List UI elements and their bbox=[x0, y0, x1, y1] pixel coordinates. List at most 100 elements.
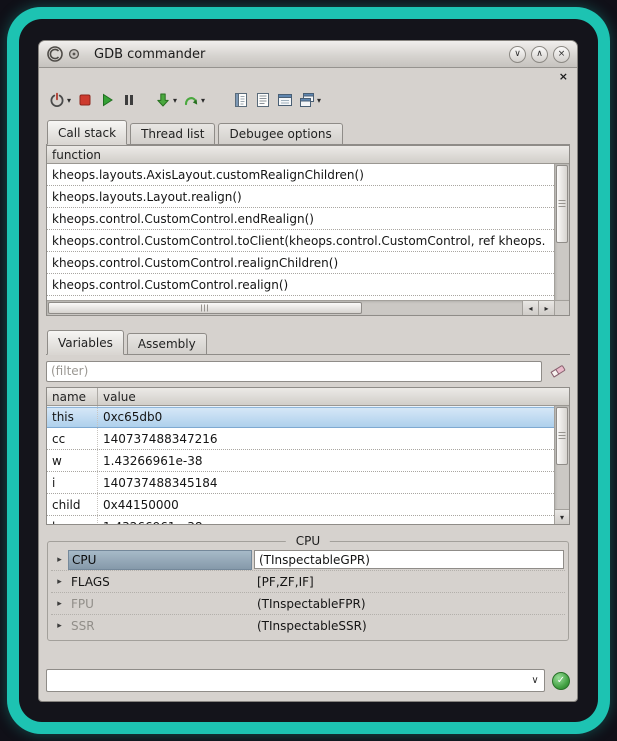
window-title: GDB commander bbox=[94, 47, 205, 62]
variables-vertical-scrollbar[interactable]: ▾ bbox=[554, 406, 569, 524]
scroll-down-button[interactable]: ▾ bbox=[555, 509, 569, 524]
step-into-button[interactable]: ▾ bbox=[152, 87, 180, 113]
variable-name: w bbox=[47, 450, 98, 471]
expand-branch-icon[interactable]: ▸ bbox=[51, 621, 68, 631]
step-into-icon bbox=[155, 92, 171, 108]
scroll-right-button[interactable]: ▸ bbox=[538, 301, 554, 315]
variable-row[interactable]: child 0x44150000 bbox=[47, 494, 554, 516]
dropdown-arrow-icon: ▾ bbox=[201, 96, 205, 105]
view-listing-button[interactable] bbox=[252, 87, 274, 113]
stack-frame-row[interactable]: kheops.control.CustomControl.realign() bbox=[47, 274, 554, 296]
tab-variables[interactable]: Variables bbox=[47, 330, 124, 355]
memory-icon bbox=[277, 92, 293, 108]
expand-branch-icon[interactable]: ▸ bbox=[51, 555, 68, 565]
power-button[interactable]: ▾ bbox=[46, 87, 74, 113]
cpu-groupbox: CPU ▸ CPU (TInspectableGPR) ▸ FLAGS [PF,… bbox=[47, 541, 569, 641]
column-header-value[interactable]: value bbox=[98, 390, 136, 404]
register-group-name: FPU bbox=[68, 594, 252, 614]
callstack-rows: kheops.layouts.AxisLayout.customRealignC… bbox=[47, 164, 554, 300]
editor-icon bbox=[233, 92, 249, 108]
horizontal-scrollbar-handle[interactable] bbox=[48, 302, 362, 314]
stack-tabbar: Call stack Thread list Debugee options bbox=[46, 120, 570, 145]
scroll-left-button[interactable]: ◂ bbox=[522, 301, 538, 315]
column-header-function: function bbox=[47, 148, 101, 162]
filter-input[interactable] bbox=[46, 361, 542, 382]
stack-frame-row[interactable]: kheops.control.CustomControl.toClient(kh… bbox=[47, 230, 554, 252]
app-icon bbox=[46, 45, 64, 63]
pause-button[interactable] bbox=[118, 87, 140, 113]
expand-branch-icon[interactable]: ▸ bbox=[51, 599, 68, 609]
variable-value: 140737488347216 bbox=[98, 428, 218, 449]
register-group-value: [PF,ZF,IF] bbox=[252, 575, 565, 589]
variable-row[interactable]: i 140737488345184 bbox=[47, 472, 554, 494]
register-value-editor[interactable]: (TInspectableGPR) bbox=[254, 550, 564, 569]
callstack-vertical-scrollbar[interactable] bbox=[554, 164, 569, 300]
register-group-name: SSR bbox=[68, 616, 252, 636]
dock-close-button[interactable]: × bbox=[557, 71, 570, 82]
dock-client: × ▾ bbox=[39, 68, 577, 701]
register-group-row[interactable]: ▸ FLAGS [PF,ZF,IF] bbox=[51, 571, 565, 593]
stack-frame-row[interactable]: kheops.control.CustomControl.endRealign(… bbox=[47, 208, 554, 230]
combobox-dropdown-icon[interactable]: ∨ bbox=[526, 675, 544, 686]
variable-row[interactable]: w 1.43266961e-38 bbox=[47, 450, 554, 472]
run-icon bbox=[99, 92, 115, 108]
gdb-commander-window: GDB commander ∨ ∧ × × ▾ bbox=[38, 40, 578, 702]
variable-value: 0xc65db0 bbox=[98, 406, 162, 427]
variable-name: this bbox=[47, 406, 98, 427]
close-button[interactable]: × bbox=[553, 46, 570, 63]
stack-frame-row[interactable]: kheops.control.CustomControl.realignChil… bbox=[47, 252, 554, 274]
vertical-scrollbar-handle[interactable] bbox=[556, 407, 568, 465]
execute-command-button[interactable]: ✓ bbox=[552, 672, 570, 690]
register-group-name: FLAGS bbox=[68, 572, 252, 592]
callstack-horizontal-scrollbar[interactable]: ◂ ▸ bbox=[47, 300, 554, 315]
tab-debugee-options[interactable]: Debugee options bbox=[218, 123, 342, 144]
tab-thread-list[interactable]: Thread list bbox=[130, 123, 215, 144]
variable-row[interactable]: this 0xc65db0 bbox=[47, 406, 554, 428]
variable-name: child bbox=[47, 494, 98, 515]
expand-branch-icon[interactable]: ▸ bbox=[51, 577, 68, 587]
tab-call-stack[interactable]: Call stack bbox=[47, 120, 127, 145]
step-over-button[interactable]: ▾ bbox=[180, 87, 208, 113]
variable-row[interactable]: b 1.43266961e-38 bbox=[47, 516, 554, 524]
dropdown-arrow-icon: ▾ bbox=[317, 96, 321, 105]
power-icon bbox=[49, 92, 65, 108]
register-group-value: (TInspectableFPR) bbox=[252, 597, 565, 611]
variables-rows: this 0xc65db0 cc 140737488347216 w 1.432… bbox=[47, 406, 554, 524]
maximize-button[interactable]: ∧ bbox=[531, 46, 548, 63]
register-group-row[interactable]: ▸ FPU (TInspectableFPR) bbox=[51, 593, 565, 615]
command-combobox[interactable]: ∨ bbox=[46, 669, 545, 692]
variable-value: 1.43266961e-38 bbox=[98, 516, 203, 524]
stack-frame-row[interactable]: kheops.layouts.Layout.realign() bbox=[47, 186, 554, 208]
tab-assembly[interactable]: Assembly bbox=[127, 333, 207, 354]
variable-value: 0x44150000 bbox=[98, 494, 179, 515]
register-group-row[interactable]: ▸ CPU (TInspectableGPR) bbox=[51, 549, 565, 571]
stop-icon bbox=[77, 92, 93, 108]
vertical-scrollbar-handle[interactable] bbox=[556, 165, 568, 243]
variable-value: 1.43266961e-38 bbox=[98, 450, 203, 471]
stack-frame-row[interactable]: kheops.layouts.AxisLayout.customRealignC… bbox=[47, 164, 554, 186]
view-memory-button[interactable] bbox=[274, 87, 296, 113]
view-windows-button[interactable]: ▾ bbox=[296, 87, 324, 113]
variables-tabbar: Variables Assembly bbox=[46, 330, 570, 355]
variables-column-header[interactable]: name value bbox=[47, 388, 569, 406]
titlebar[interactable]: GDB commander ∨ ∧ × bbox=[39, 41, 577, 68]
command-input[interactable] bbox=[47, 670, 526, 691]
scrollbar-grip bbox=[559, 200, 566, 208]
step-over-icon bbox=[183, 92, 199, 108]
pause-icon bbox=[121, 92, 137, 108]
callstack-table: function kheops.layouts.AxisLayout.custo… bbox=[46, 145, 570, 316]
variable-row[interactable]: cc 140737488347216 bbox=[47, 428, 554, 450]
column-header-name[interactable]: name bbox=[47, 388, 98, 405]
titlebar-secondary-icon bbox=[68, 48, 80, 60]
register-group-row[interactable]: ▸ SSR (TInspectableSSR) bbox=[51, 615, 565, 637]
windows-icon bbox=[299, 92, 315, 108]
stop-button[interactable] bbox=[74, 87, 96, 113]
run-button[interactable] bbox=[96, 87, 118, 113]
variable-value: 140737488345184 bbox=[98, 472, 218, 493]
variable-name: cc bbox=[47, 428, 98, 449]
clear-filter-button[interactable] bbox=[546, 360, 570, 382]
view-editor-button[interactable] bbox=[230, 87, 252, 113]
shade-button[interactable]: ∨ bbox=[509, 46, 526, 63]
callstack-column-header[interactable]: function bbox=[47, 146, 569, 164]
eraser-icon bbox=[549, 363, 567, 379]
